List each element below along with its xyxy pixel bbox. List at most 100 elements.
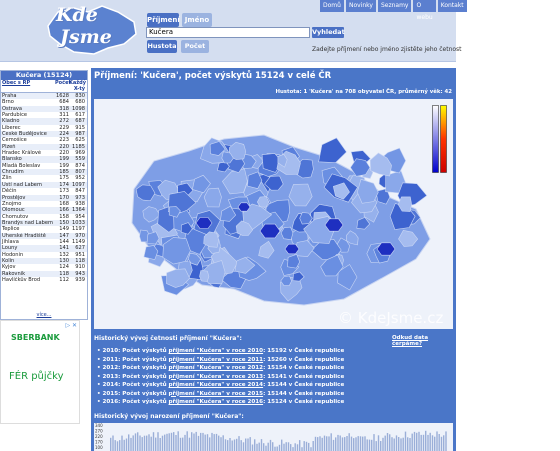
history-item: • 2010: Počet výskytů příjmení "Kučera" …: [97, 347, 344, 356]
birth-bar: [321, 437, 323, 451]
nav-about[interactable]: O webu: [413, 0, 436, 21]
map-region-high[interactable]: [284, 243, 300, 255]
history-link[interactable]: příjmení "Kučera" v roce 2013: [169, 374, 264, 380]
birth-bar: [339, 435, 341, 451]
birth-tick-label: 270: [95, 429, 103, 434]
birth-bar: [398, 437, 400, 451]
birth-bar: [323, 435, 326, 451]
birth-bar: [260, 439, 263, 451]
birth-bar: [150, 436, 152, 451]
birth-bar: [276, 446, 278, 451]
birth-bar: [308, 442, 310, 451]
history-link[interactable]: příjmení "Kučera" v roce 2012: [169, 365, 264, 371]
birth-bar: [384, 435, 386, 451]
birth-bar: [188, 437, 191, 451]
birth-bar: [274, 446, 276, 451]
birth-bar: [328, 436, 330, 451]
birth-bar: [211, 432, 213, 451]
birth-history-title: Historický vývoj narození příjmení "Kuče…: [94, 413, 244, 420]
birth-bar: [337, 434, 339, 451]
history-item: • 2013: Počet výskytů příjmení "Kučera" …: [97, 373, 344, 382]
birth-bar: [218, 435, 220, 451]
birth-bar: [267, 442, 269, 451]
tab-firstname[interactable]: Jméno: [182, 13, 212, 27]
nav-news[interactable]: Novinky: [345, 0, 376, 12]
sidebar-title: Kučera (15124): [1, 71, 87, 80]
header: Kde Jsme Příjmení Jméno Kučera Vyhledat …: [0, 0, 467, 62]
birth-bar: [319, 436, 321, 451]
sidebar-city-table: Kučera (15124) Obec s RP Počet Každý X-t…: [0, 70, 88, 320]
birth-bar: [314, 436, 317, 451]
birth-tick-label: 100: [95, 445, 103, 450]
nav-home[interactable]: Domů: [320, 0, 344, 12]
birth-bar: [330, 433, 332, 451]
birth-bar: [431, 435, 434, 451]
tab-surname[interactable]: Příjmení: [147, 13, 180, 27]
history-link[interactable]: příjmení "Kučera" v roce 2011: [169, 357, 264, 363]
history-link[interactable]: příjmení "Kučera" v roce 2015: [169, 391, 264, 397]
birth-bar: [344, 437, 346, 451]
search-hint: Zadejte příjmení nebo jméno zjistěte jeh…: [312, 46, 462, 53]
history-list: • 2010: Počet výskytů příjmení "Kučera" …: [97, 347, 344, 407]
birth-bar: [362, 436, 364, 451]
birth-bar: [177, 431, 179, 451]
search-input[interactable]: Kučera: [146, 27, 310, 38]
more-link[interactable]: více...: [0, 312, 88, 318]
col-count-header: Počet: [55, 80, 71, 86]
advertisement[interactable]: ▷ ✕ SBERBANK FÉR půjčky: [0, 320, 80, 424]
czech-density-map[interactable]: [94, 99, 453, 329]
history-link[interactable]: příjmení "Kučera" v roce 2014: [169, 382, 264, 388]
table-row[interactable]: Havlíčkův Brod 112 939: [1, 277, 87, 283]
birth-bar: [256, 443, 258, 451]
birth-bar: [335, 437, 337, 451]
birth-bar: [386, 433, 389, 451]
map-region[interactable]: [318, 137, 347, 164]
birth-bar: [382, 437, 384, 451]
legend-bar: [432, 105, 447, 173]
birth-bar: [391, 437, 393, 451]
history-count: : 15154 v České republice: [263, 365, 345, 371]
birth-bar: [134, 433, 137, 451]
birth-bar: [206, 434, 209, 451]
birth-bar: [364, 436, 366, 451]
birth-bar: [263, 443, 265, 451]
birth-bar: [193, 433, 195, 451]
search-button[interactable]: Vyhledat: [312, 27, 345, 38]
count-cell: 112: [59, 276, 69, 283]
birth-bar: [301, 447, 303, 451]
birth-bar: [375, 441, 377, 451]
history-link[interactable]: příjmení "Kučera" v roce 2010: [169, 348, 264, 354]
ad-close-icon[interactable]: ▷ ✕: [65, 322, 77, 329]
birth-bar: [152, 432, 155, 451]
history-year: • 2011: Počet výskytů: [97, 356, 169, 363]
history-count: : 15141 v České republice: [263, 373, 345, 380]
birth-bar: [368, 439, 371, 451]
table-header: Obec s RP Počet Každý X-tý: [1, 80, 87, 93]
birth-bar: [240, 440, 242, 451]
birth-bar: [407, 437, 409, 451]
birth-bar: [236, 438, 238, 451]
birth-bar: [251, 444, 254, 451]
birth-bar: [303, 441, 305, 451]
history-count: : 15144 v České republice: [263, 382, 345, 388]
birth-bar: [128, 434, 130, 451]
birth-bar: [296, 444, 299, 451]
density-button[interactable]: Hustota: [147, 40, 177, 53]
nav-contact[interactable]: Kontakt: [437, 0, 467, 12]
map-region[interactable]: [199, 270, 210, 282]
birth-bar: [305, 441, 308, 451]
history-year: • 2016: Počet výskytů: [97, 399, 169, 405]
history-link[interactable]: příjmení "Kučera" v roce 2016: [169, 399, 264, 405]
birth-bar: [427, 434, 429, 451]
logo-text: Kde: [56, 4, 98, 26]
birth-bar: [371, 439, 373, 451]
col-per-header: Každý X-tý: [69, 80, 86, 92]
data-source-link[interactable]: Odkud data čerpáme?: [392, 335, 456, 347]
count-button[interactable]: Počet: [181, 40, 209, 53]
birth-tick-label: 170: [95, 440, 103, 445]
birth-bar: [222, 435, 224, 451]
nav-lists[interactable]: Seznamy: [377, 0, 412, 12]
birth-bar: [299, 440, 301, 451]
map-region-high[interactable]: [237, 202, 251, 212]
birth-bar: [159, 438, 161, 451]
